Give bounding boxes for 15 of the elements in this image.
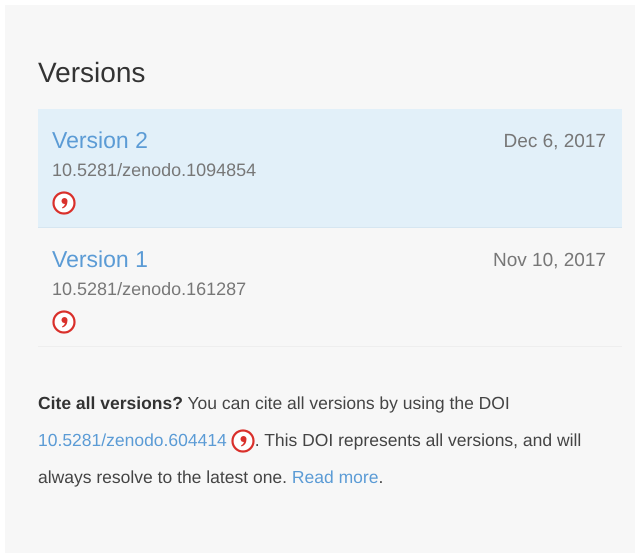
version-doi: 10.5281/zenodo.1094854: [52, 160, 258, 181]
citation-icon[interactable]: [230, 429, 255, 454]
read-more-link[interactable]: Read more: [292, 467, 378, 487]
version-link[interactable]: Version 2: [52, 127, 504, 154]
citation-icon[interactable]: [52, 191, 76, 215]
version-doi: 10.5281/zenodo.161287: [52, 279, 248, 300]
section-title: Versions: [38, 56, 146, 90]
doi-link[interactable]: 10.5281/zenodo.604414: [38, 430, 227, 450]
version-item[interactable]: Version 1 Nov 10, 2017 10.5281/zenodo.161287: [38, 228, 622, 347]
citation-icon[interactable]: [52, 310, 76, 334]
cite-note: Cite all versions? You can cite all versions by using the DOI 10.5281/zenodo.604414 . This DOI represents all versions, and will always resolve to the latest one. Read more.: [38, 392, 582, 489]
version-date: Dec 6, 2017: [504, 130, 606, 154]
version-link[interactable]: Version 1: [52, 246, 493, 273]
version-item[interactable]: Version 2 Dec 6, 2017 10.5281/zenodo.1094854: [38, 109, 622, 228]
version-date: Nov 10, 2017: [492, 249, 606, 273]
